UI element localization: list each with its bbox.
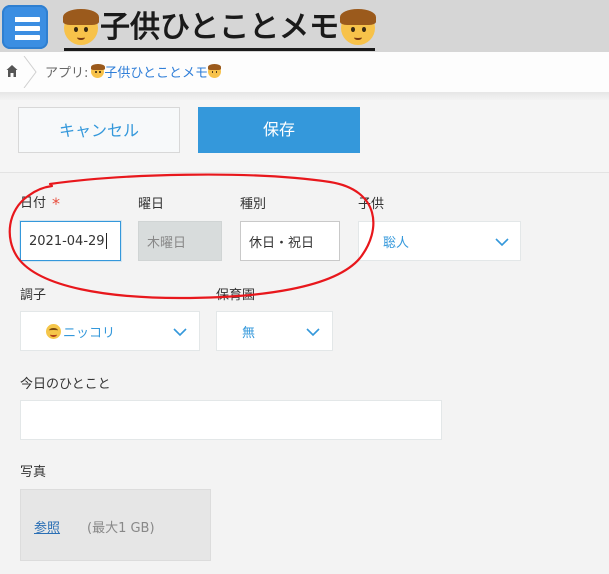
day-type-field[interactable]: 休日・祝日 <box>240 221 340 261</box>
breadcrumb-app-label: 子供ひとことメモ <box>104 66 209 81</box>
mood-label: 調子 <box>20 288 47 303</box>
browse-link[interactable]: 参照 <box>34 517 60 536</box>
mood-dropdown[interactable]: ニッコリ <box>20 311 200 351</box>
date-field[interactable]: 2021-04-29 <box>20 221 121 261</box>
date-value: 2021-04-29 <box>29 233 105 249</box>
chevron-down-icon <box>306 328 320 337</box>
smiling-face-icon <box>46 323 61 339</box>
photo-label: 写真 <box>20 465 47 480</box>
child-dropdown[interactable]: 聡人 <box>358 221 521 261</box>
breadcrumb-app-link[interactable]: 子供ひとことメモ <box>91 62 222 81</box>
nursery-dropdown[interactable]: 無 <box>216 311 333 351</box>
required-mark: * <box>52 194 61 213</box>
app-menu-icon[interactable] <box>2 5 48 49</box>
breadcrumb-separator <box>23 56 37 88</box>
day-type-label: 種別 <box>240 197 267 212</box>
text-cursor <box>105 233 107 249</box>
day-type-value: 休日・祝日 <box>249 235 315 251</box>
comment-input[interactable] <box>20 400 442 440</box>
weekday-label: 曜日 <box>138 197 165 212</box>
save-button[interactable]: 保存 <box>198 107 360 153</box>
app-title-text: 子供ひとことメモ <box>100 10 340 45</box>
date-label: 日付 * <box>20 192 61 213</box>
nursery-label: 保育園 <box>216 288 256 303</box>
breadcrumb: アプリ: 子供ひとことメモ <box>45 62 222 81</box>
boy-face-icon <box>340 8 376 45</box>
home-icon[interactable] <box>6 64 18 78</box>
date-label-text: 日付 <box>20 196 47 211</box>
chevron-down-icon <box>173 328 187 337</box>
comment-label: 今日のひとこと <box>20 377 111 392</box>
boy-face-icon <box>207 64 222 78</box>
boy-face-icon <box>63 8 99 45</box>
nursery-selected: 無 <box>242 325 256 341</box>
chevron-down-icon <box>495 238 509 247</box>
app-title: 子供ひとことメモ <box>63 8 376 51</box>
boy-face-icon <box>91 64 105 78</box>
photo-attachment-area: 参照 (最大1 GB) <box>20 489 211 561</box>
weekday-field: 木曜日 <box>138 221 222 261</box>
cancel-button[interactable]: キャンセル <box>18 107 180 153</box>
weekday-value: 木曜日 <box>147 235 187 251</box>
child-selected: 聡人 <box>383 235 410 251</box>
child-label: 子供 <box>358 197 385 212</box>
breadcrumb-prefix: アプリ: <box>45 66 89 81</box>
mood-selected-text: ニッコリ <box>63 325 116 341</box>
mood-selected: ニッコリ <box>46 322 115 341</box>
file-size-limit: (最大1 GB) <box>87 521 155 536</box>
breadcrumb-shadow <box>0 92 609 100</box>
